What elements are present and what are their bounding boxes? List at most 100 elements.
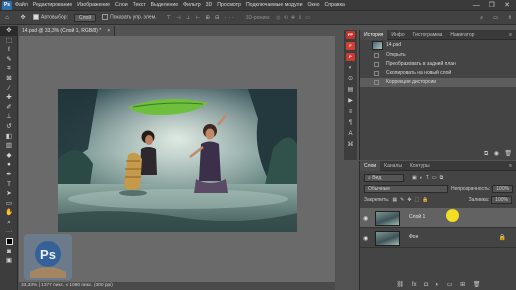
lasso-tool-icon[interactable]: ℓ (0, 45, 18, 55)
pen-tool-icon[interactable]: ✒ (0, 170, 18, 180)
gradient-tool-icon[interactable]: ▥ (0, 141, 18, 151)
align-bottom-icon[interactable]: ⊥ (186, 15, 192, 21)
clone-stamp-tool-icon[interactable]: ⊥ (0, 112, 18, 122)
filter-shape-icon[interactable]: ▭ (432, 175, 440, 181)
menu-edit[interactable]: Редактирование (33, 2, 73, 8)
trash-icon[interactable]: 🗑 (504, 151, 512, 157)
character-icon[interactable]: A (344, 129, 357, 140)
screen-mode-icon[interactable]: ▣ (0, 256, 18, 266)
menu-help[interactable]: Справка (325, 2, 345, 8)
tab-layers[interactable]: Слои (360, 160, 381, 171)
more-options-icon[interactable]: ··· (225, 15, 236, 21)
layer-lock-icon[interactable]: 🔒 (499, 234, 506, 241)
close-document-icon[interactable]: × (107, 28, 110, 34)
scale-3d-icon[interactable]: ▭ (305, 15, 313, 21)
opacity-input[interactable]: 100% (492, 185, 514, 193)
add-mask-icon[interactable]: ◘ (424, 282, 428, 288)
tab-navigator[interactable]: Навигатор (446, 30, 478, 40)
menu-file[interactable]: Файл (15, 2, 28, 8)
tab-info[interactable]: Инфо (387, 30, 408, 40)
color-wheel-icon[interactable]: ◐ (344, 63, 357, 74)
tab-channels[interactable]: Каналы (380, 161, 406, 171)
align-top-icon[interactable]: ⊤ (167, 15, 173, 21)
fill-input[interactable]: 100% (491, 196, 512, 204)
move-tool-icon[interactable]: ✥ (0, 26, 18, 36)
autoselect-dropdown[interactable]: Слой (73, 13, 97, 22)
zoom-tool-icon[interactable]: ⌕ (0, 218, 18, 228)
pan-3d-icon[interactable]: ✥ (291, 15, 298, 21)
layer-style-icon[interactable]: fx (412, 282, 417, 288)
menu-window[interactable]: Окно (307, 2, 319, 8)
history-snapshot[interactable]: 14.psd (360, 40, 516, 51)
eraser-tool-icon[interactable]: ◧ (0, 132, 18, 142)
align-center-icon[interactable]: ⊞ (206, 15, 212, 21)
type-tool-icon[interactable]: T (0, 180, 18, 190)
brush-tool-icon[interactable]: ✐ (0, 103, 18, 113)
maximize-button[interactable]: ❐ (485, 1, 499, 9)
hand-tool-icon[interactable]: ✋ (0, 208, 18, 218)
menu-layers[interactable]: Слои (115, 2, 128, 8)
tab-history[interactable]: История (360, 29, 388, 40)
menu-3d[interactable]: 3D (206, 2, 213, 8)
menu-view[interactable]: Просмотр (217, 2, 241, 8)
share-icon[interactable]: ⇪ (508, 15, 512, 21)
adjustment-layer-icon[interactable]: ◐ (435, 282, 439, 288)
trash-icon[interactable]: 🗑 (473, 282, 481, 288)
marquee-tool-icon[interactable]: ⬚ (0, 36, 18, 46)
menu-plugins[interactable]: Подключаемые модули (246, 2, 303, 8)
move-tool-icon[interactable]: ✥ (19, 14, 27, 22)
layer-name[interactable]: Слой 1 (409, 214, 425, 220)
align-left-icon[interactable]: ⊢ (196, 15, 202, 21)
menu-select[interactable]: Выделение (151, 2, 179, 8)
menu-image[interactable]: Изображение (77, 2, 110, 8)
document-tab[interactable]: 14.psd @ 33,3% (Слой 1, RGB/8) * × (19, 26, 115, 36)
menu-filter[interactable]: Фильтр (183, 2, 200, 8)
more-tools-icon[interactable]: ··· (0, 227, 18, 237)
lock-all-icon[interactable]: 🔒 (422, 197, 431, 203)
home-icon[interactable]: ⌂ (3, 14, 11, 22)
panel-menu-icon[interactable]: ≡ (505, 30, 516, 40)
autoselect-checkbox[interactable] (33, 14, 39, 21)
layer-name[interactable]: Фон (409, 234, 418, 240)
layer-row[interactable]: ◉ Фон 🔒 (360, 228, 516, 248)
adjustments-icon[interactable]: ⊙ (344, 74, 357, 85)
plugin-p-icon[interactable]: P (344, 52, 357, 63)
history-item-selected[interactable]: Коррекция дисторсии (360, 78, 516, 87)
new-document-from-state-icon[interactable]: ⧉ (484, 151, 488, 157)
visibility-eye-icon[interactable]: ◉ (363, 235, 368, 242)
filter-type-dropdown[interactable]: ⌕ Вид (364, 174, 404, 182)
visibility-eye-icon[interactable]: ◉ (363, 215, 368, 222)
blend-mode-dropdown[interactable]: Обычные (364, 185, 448, 193)
filter-smart-icon[interactable]: ⧉ (440, 175, 447, 181)
history-item[interactable]: Скопировать на новый слой (360, 69, 516, 78)
quick-mask-icon[interactable]: ◙ (0, 247, 18, 257)
minimize-button[interactable]: — (469, 2, 483, 9)
healing-brush-tool-icon[interactable]: ✚ (0, 93, 18, 103)
tab-paths[interactable]: Контуры (406, 161, 434, 171)
search-icon[interactable]: ⌕ (480, 15, 483, 21)
align-right-icon[interactable]: ⊟ (215, 15, 221, 21)
path-select-tool-icon[interactable]: ➤ (0, 189, 18, 199)
canvas-image[interactable] (58, 89, 297, 232)
filter-pixel-icon[interactable]: ▣ (412, 175, 420, 181)
roll-3d-icon[interactable]: ⟲ (284, 15, 291, 21)
history-item[interactable]: Преобразовать в задний план (360, 60, 516, 69)
frame-tool-icon[interactable]: ⊠ (0, 74, 18, 84)
tab-histogram[interactable]: Гистограмма (409, 30, 447, 40)
shape-tool-icon[interactable]: ▭ (0, 199, 18, 209)
history-brush-tool-icon[interactable]: ↺ (0, 122, 18, 132)
panel-menu-icon[interactable]: ≡ (505, 161, 516, 171)
workspace-icon[interactable]: ▭ (493, 15, 498, 21)
align-middle-icon[interactable]: ⊣ (176, 15, 182, 21)
history-item[interactable]: Открыть (360, 51, 516, 60)
plugin-f-icon[interactable]: F (344, 41, 357, 52)
properties-icon[interactable]: ≡ (344, 107, 357, 118)
camera-snapshot-icon[interactable]: ◉ (494, 151, 499, 157)
crop-tool-icon[interactable]: ⌗ (0, 64, 18, 74)
link-layers-icon[interactable]: ⛓ (397, 282, 405, 288)
eyedropper-tool-icon[interactable]: ⁄ (0, 84, 18, 94)
libraries-icon[interactable]: ▤ (344, 85, 357, 96)
actions-icon[interactable]: ▶ (344, 96, 357, 107)
color-swatches-icon[interactable] (0, 237, 18, 247)
lock-transparent-icon[interactable]: ▦ (392, 197, 400, 203)
